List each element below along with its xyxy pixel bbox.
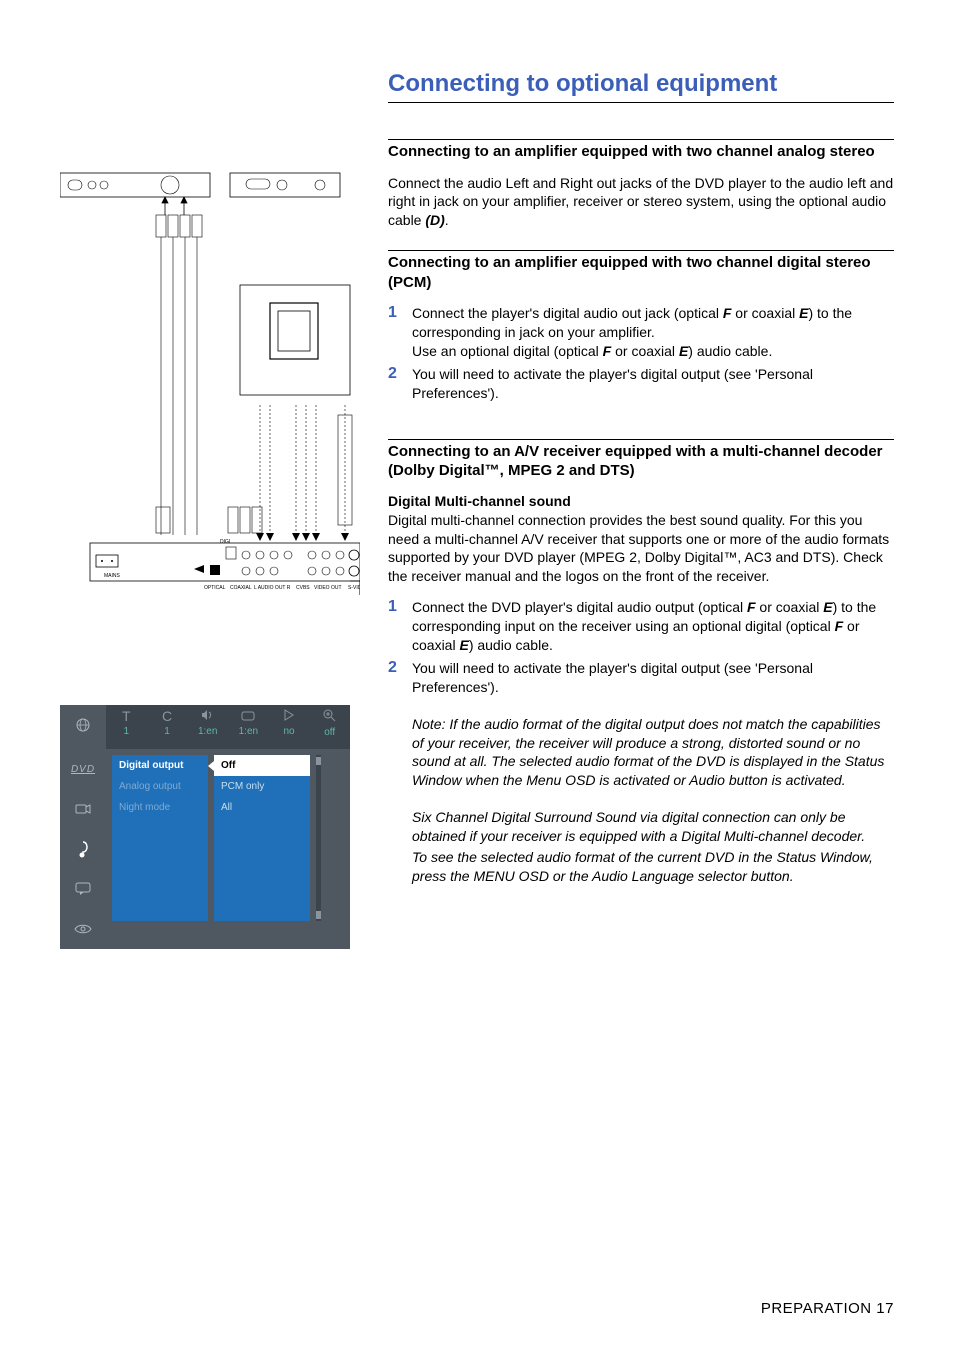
osd-audio-icon (60, 829, 106, 869)
section-heading-analog: Connecting to an amplifier equipped with… (388, 142, 894, 162)
osd-option-all[interactable]: All (214, 797, 310, 818)
section-body-analog: Connect the audio Left and Right out jac… (388, 174, 894, 231)
section-heading-av: Connecting to an A/V receiver equipped w… (388, 442, 894, 481)
section-body-av: Digital multi-channel connection provide… (388, 511, 894, 587)
osd-dvd-logo: DVD (60, 749, 106, 789)
diagram-label-optical: OPTICAL (204, 585, 226, 591)
diagram-label-svideo: S-VIDEO (348, 585, 360, 591)
osd-option-off[interactable]: Off (214, 755, 310, 776)
right-column: Connecting to an amplifier equipped with… (388, 139, 894, 949)
av-note-1: Note: If the audio format of the digital… (412, 715, 894, 791)
pcm-step-1: Connect the player's digital audio out j… (412, 304, 894, 361)
osd-angle-icon (60, 789, 106, 829)
diagram-label-mains: MAINS (104, 573, 121, 579)
osd-list-analog-output[interactable]: Analog output (112, 776, 208, 797)
osd-subtitle-icon (60, 869, 106, 909)
osd-option-list: Off PCM only All (214, 755, 310, 921)
av-step-1: Connect the DVD player's digital audio o… (412, 598, 894, 655)
osd-view-icon (60, 909, 106, 949)
step-number: 2 (388, 659, 412, 697)
step-number: 2 (388, 365, 412, 403)
diagram-label-cvbs: CVBS (296, 585, 310, 591)
pcm-step-2: You will need to activate the player's d… (412, 365, 894, 403)
diagram-label-audio-out: L AUDIO OUT R (254, 585, 291, 591)
page-title: Connecting to optional equipment (388, 70, 894, 103)
diagram-label-coaxial: COAXIAL (230, 585, 252, 591)
osd-tab-zoom: off (309, 705, 350, 749)
step-number: 1 (388, 304, 412, 361)
av-step-2: You will need to activate the player's d… (412, 659, 894, 697)
osd-menu: T1 C1 1:en 1:en no off DVD (60, 705, 350, 949)
osd-tab-chapter: C1 (147, 705, 188, 749)
section-subheading-av: Digital Multi-channel sound (388, 493, 894, 509)
osd-list-digital-output[interactable]: Digital output (112, 755, 208, 776)
wiring-diagram: MAINS OPTICAL COAXIAL L AUDIO OUT R CVBS… (60, 135, 360, 595)
av-note-3: To see the selected audio format of the … (412, 848, 894, 886)
osd-tabs: T1 C1 1:en 1:en no off (106, 705, 350, 749)
osd-tab-subtitle: 1:en (228, 705, 269, 749)
page-footer: PREPARATION 17 (761, 1300, 894, 1317)
pcm-steps: 1 Connect the player's digital audio out… (388, 304, 894, 402)
step-number: 1 (388, 598, 412, 655)
section-heading-pcm: Connecting to an amplifier equipped with… (388, 253, 894, 292)
osd-tab-audio: 1:en (187, 705, 228, 749)
osd-scrollbar[interactable] (316, 755, 321, 921)
osd-option-pcm-only[interactable]: PCM only (214, 776, 310, 797)
osd-setting-list: Digital output Analog output Night mode (112, 755, 208, 921)
osd-tab-play: no (269, 705, 310, 749)
osd-list-night-mode[interactable]: Night mode (112, 797, 208, 818)
diagram-label-digi: DIGI (220, 539, 230, 545)
av-steps: 1 Connect the DVD player's digital audio… (388, 598, 894, 696)
av-note-2: Six Channel Digital Surround Sound via d… (412, 808, 894, 846)
osd-globe-icon (60, 705, 106, 745)
diagram-label-video-out: VIDEO OUT (314, 585, 342, 591)
osd-tab-title: T1 (106, 705, 147, 749)
left-column: MAINS OPTICAL COAXIAL L AUDIO OUT R CVBS… (60, 139, 388, 949)
